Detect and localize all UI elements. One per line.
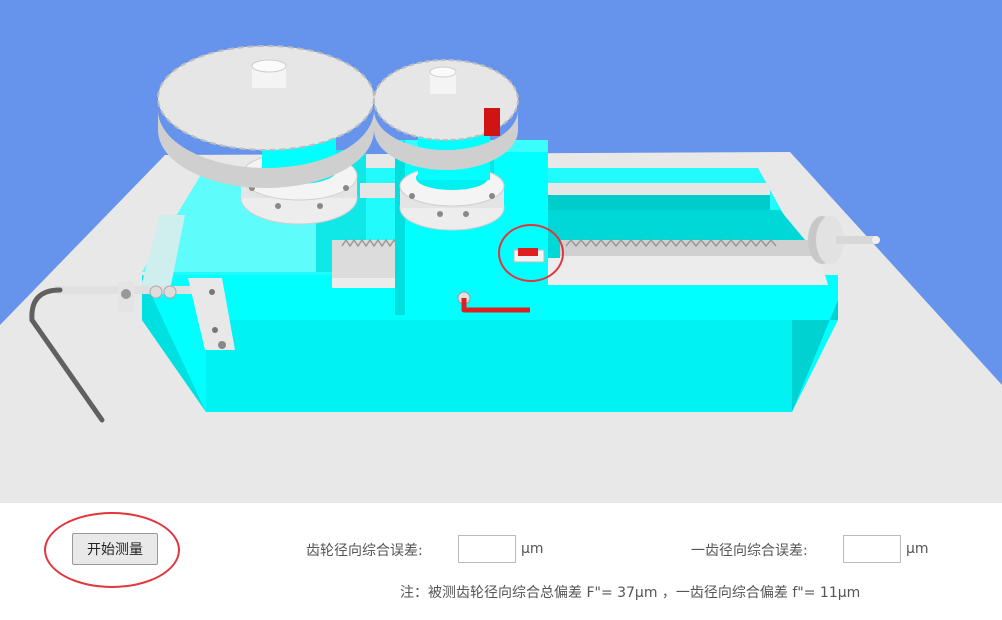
total-error-label: 齿轮径向综合误差: (306, 543, 423, 559)
gear-measurement-scene (0, 0, 1002, 503)
result-note: 注：被测齿轮径向综合总偏差 F"= 37μm ，一齿径向综合偏差 f"= 11μ… (400, 585, 861, 601)
start-measurement-button[interactable]: 开始测量 (72, 533, 158, 565)
total-error-unit: μm (521, 541, 544, 557)
machine-3d-view (0, 0, 1002, 503)
indicator-marker-icon (513, 248, 545, 263)
red-marked-tooth (484, 108, 500, 136)
tooth-error-input[interactable] (843, 535, 901, 563)
total-error-input[interactable] (458, 535, 516, 563)
tooth-error-label: 一齿径向综合误差: (691, 543, 808, 559)
tooth-error-unit: μm (906, 541, 929, 557)
